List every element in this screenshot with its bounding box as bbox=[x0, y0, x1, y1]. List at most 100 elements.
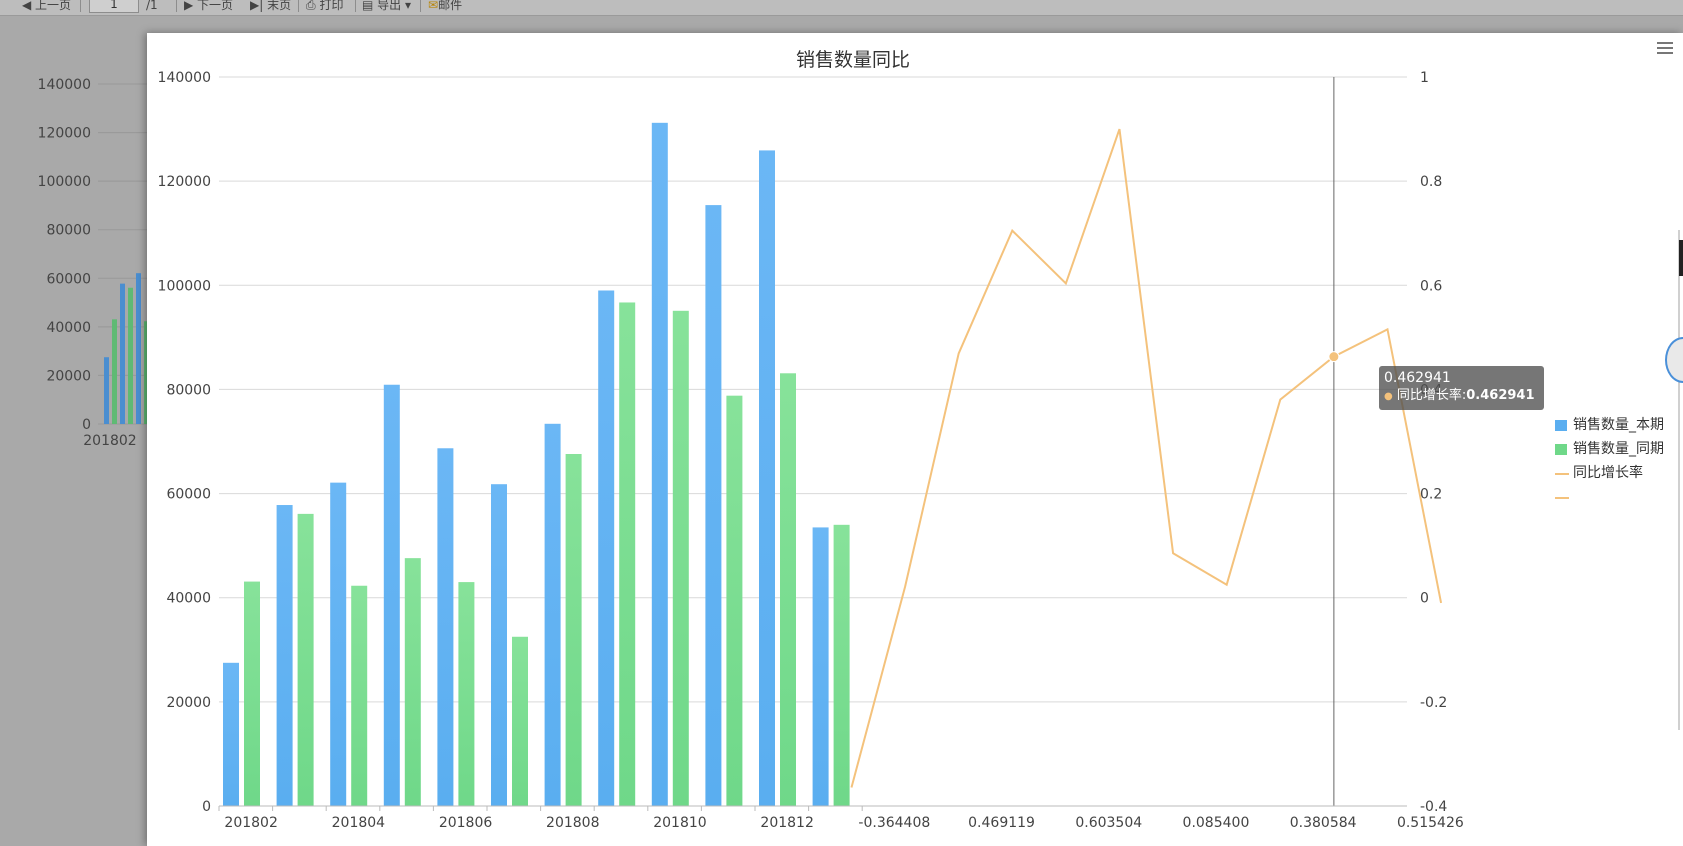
bg-bar bbox=[120, 283, 125, 424]
tooltip-value: 0.462941 bbox=[1384, 370, 1451, 386]
bg-y-tick-label: 20000 bbox=[46, 368, 91, 384]
x-tick-label: 201808 bbox=[546, 815, 599, 831]
y2-tick-label: -0.4 bbox=[1420, 799, 1447, 815]
legend-swatch-icon bbox=[1555, 444, 1567, 455]
last-page-button[interactable]: ▶| 末页 bbox=[250, 0, 291, 14]
hamburger-menu-icon[interactable] bbox=[1657, 42, 1673, 56]
legend-item-previous[interactable]: 销售数量_同期 bbox=[1555, 437, 1664, 461]
tooltip-series-label: 同比增长率: bbox=[1396, 388, 1467, 403]
bar-current-201806[interactable] bbox=[437, 448, 454, 806]
export-label: 导出 bbox=[377, 0, 402, 12]
y2-tick-label: -0.2 bbox=[1420, 695, 1447, 711]
print-button[interactable]: ⎙ 打印 bbox=[306, 0, 343, 14]
bar-current-201805[interactable] bbox=[383, 384, 400, 806]
tooltip-dot-icon: ● bbox=[1384, 391, 1393, 402]
bar-previous-201811[interactable] bbox=[726, 395, 743, 806]
bar-previous-201805[interactable] bbox=[404, 558, 421, 806]
x-tick-label: -0.364408 bbox=[858, 815, 930, 831]
y-tick-label: 60000 bbox=[166, 487, 211, 503]
chart-line bbox=[850, 77, 1443, 806]
bg-bar bbox=[112, 319, 117, 424]
legend-item-growth[interactable]: 同比增长率 bbox=[1555, 461, 1664, 485]
next-page-button[interactable]: ▶ 下一页 bbox=[184, 0, 233, 14]
bar-previous-201807[interactable] bbox=[512, 636, 528, 806]
x-tick-label: 201802 bbox=[224, 815, 277, 831]
bg-x-tick-label: 201802 bbox=[83, 433, 136, 449]
printer-icon: ⎙ bbox=[306, 0, 316, 12]
legend-label: 销售数量_本期 bbox=[1573, 417, 1664, 433]
y2-tick-label: 0 bbox=[1420, 591, 1429, 607]
bar-current-201810[interactable] bbox=[651, 122, 668, 806]
y2-tick-label: 0.6 bbox=[1420, 278, 1442, 294]
next-page-label: 下一页 bbox=[197, 0, 234, 12]
bar-previous-201802[interactable] bbox=[244, 581, 260, 806]
x-tick-label: 0.515426 bbox=[1397, 815, 1464, 831]
toolbar-divider bbox=[80, 0, 81, 12]
bar-current-201803[interactable] bbox=[276, 505, 293, 806]
page-number-input[interactable]: 1 bbox=[89, 0, 139, 13]
toolbar-divider bbox=[176, 0, 177, 12]
x-tick-label: 0.469119 bbox=[968, 815, 1035, 831]
x-tick-label: 201804 bbox=[332, 815, 386, 831]
y-tick-label: 20000 bbox=[166, 695, 211, 711]
chart-legend: 销售数量_本期 销售数量_同期 同比增长率 bbox=[1555, 413, 1664, 509]
toolbar-divider bbox=[355, 0, 356, 12]
bar-previous-201810[interactable] bbox=[672, 310, 689, 806]
x-tick-label: 0.085400 bbox=[1183, 815, 1250, 831]
export-icon: ▤ bbox=[362, 0, 374, 12]
scroll-track bbox=[1678, 230, 1680, 730]
legend-item-current[interactable]: 销售数量_本期 bbox=[1555, 413, 1664, 437]
mail-icon: ✉ bbox=[428, 0, 439, 12]
bar-current-201808[interactable] bbox=[544, 423, 561, 806]
bar-previous-201806[interactable] bbox=[458, 582, 475, 806]
bar-previous-201901[interactable] bbox=[833, 524, 850, 806]
bar-previous-201803[interactable] bbox=[297, 513, 314, 806]
bar-previous-201809[interactable] bbox=[619, 302, 636, 806]
legend-label: 同比增长率 bbox=[1573, 465, 1643, 481]
tooltip-series-row: ● 同比增长率:0.462941 bbox=[1384, 387, 1539, 406]
bar-current-201809[interactable] bbox=[598, 290, 615, 806]
x-tick-label: 201806 bbox=[439, 815, 493, 831]
export-button[interactable]: ▤ 导出 ▾ bbox=[362, 0, 411, 14]
scrollbar-handle[interactable] bbox=[1679, 240, 1683, 276]
toolbar-divider bbox=[298, 0, 299, 12]
legend-line-icon bbox=[1555, 473, 1569, 475]
bar-current-201807[interactable] bbox=[491, 484, 507, 806]
prev-page-button[interactable]: ◀ 上一页 bbox=[22, 0, 71, 14]
mail-button[interactable]: ✉邮件 bbox=[428, 0, 462, 14]
y-tick-label: 100000 bbox=[158, 278, 211, 294]
y-tick-label: 140000 bbox=[158, 70, 211, 86]
y2-tick-label: 1 bbox=[1420, 70, 1429, 86]
mail-label: 邮件 bbox=[438, 0, 463, 12]
bar-previous-201808[interactable] bbox=[565, 453, 582, 806]
bg-y-tick-label: 60000 bbox=[46, 271, 91, 287]
legend-item-unnamed[interactable] bbox=[1555, 485, 1664, 509]
legend-swatch-icon bbox=[1555, 420, 1567, 431]
bar-current-201901[interactable] bbox=[812, 527, 829, 806]
bg-y-tick-label: 120000 bbox=[38, 126, 91, 142]
growth-rate-line[interactable] bbox=[850, 128, 1443, 788]
x-tick-label: 0.380584 bbox=[1290, 815, 1357, 831]
x-tick-label: 0.603504 bbox=[1075, 815, 1142, 831]
bg-y-tick-label: 140000 bbox=[38, 77, 91, 93]
last-page-label: 末页 bbox=[267, 0, 292, 12]
bg-y-tick-label: 100000 bbox=[38, 174, 91, 190]
bar-current-201802[interactable] bbox=[223, 662, 239, 806]
bar-previous-201804[interactable] bbox=[351, 585, 368, 806]
bg-y-tick-label: 80000 bbox=[46, 223, 91, 239]
bg-y-tick-label: 0 bbox=[82, 417, 91, 433]
bg-y-tick-label: 40000 bbox=[46, 320, 91, 336]
bar-current-201811[interactable] bbox=[705, 205, 722, 807]
bg-bar bbox=[104, 357, 109, 424]
bar-current-201812[interactable] bbox=[759, 150, 775, 806]
highlighted-point[interactable] bbox=[1328, 351, 1340, 363]
background-chart: 140000 120000 100000 80000 60000 40000 20000 02… bbox=[38, 77, 150, 449]
bar-previous-201812[interactable] bbox=[780, 373, 796, 806]
chevron-down-icon: ▾ bbox=[405, 0, 412, 12]
bar-current-201804[interactable] bbox=[330, 482, 347, 806]
y-tick-label: 120000 bbox=[158, 174, 211, 190]
chart-tooltip: 0.462941 ● 同比增长率:0.462941 bbox=[1379, 366, 1544, 410]
bg-bar bbox=[128, 287, 133, 424]
chart-popup: 0 20000 40000 60000 80000 100000 120000 140000 -… bbox=[147, 33, 1683, 846]
toolbar-divider bbox=[420, 0, 421, 12]
